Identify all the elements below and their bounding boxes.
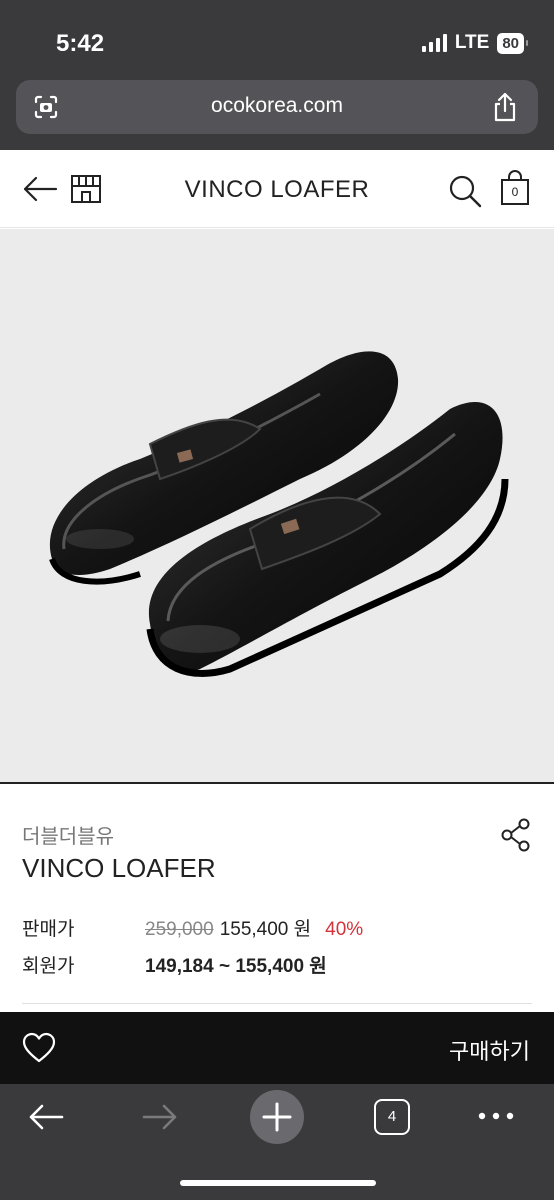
search-icon[interactable]: [448, 174, 482, 208]
plus-icon: [262, 1102, 292, 1132]
home-indicator: [180, 1180, 376, 1186]
cart-count-badge: 0: [511, 185, 519, 199]
loafer-illustration: [49, 351, 509, 677]
original-price: 259,000: [145, 919, 214, 940]
member-price: 149,184 ~ 155,400 원: [145, 956, 327, 977]
product-name: VINCO LOAFER: [22, 853, 216, 883]
browser-toolbar: 4: [0, 1084, 554, 1200]
sale-price-label: 판매가: [22, 919, 75, 940]
site-header: VINCO LOAFER 0: [0, 150, 554, 228]
brand-name[interactable]: 더블더블유: [22, 820, 114, 849]
product-image[interactable]: [0, 229, 554, 784]
new-tab-button[interactable]: [250, 1090, 304, 1144]
url-field[interactable]: ocokorea.com: [16, 80, 538, 134]
signal-icon: [421, 34, 447, 52]
member-price-label: 회원가: [22, 956, 75, 977]
more-icon[interactable]: [476, 1106, 516, 1126]
sale-price-row: 판매가 259,000 155,400 원 40%: [22, 914, 363, 941]
status-bar: 5:42 LTE 80: [0, 0, 554, 80]
buy-button[interactable]: 구매하기: [449, 1034, 530, 1066]
status-indicators: LTE 80: [421, 32, 528, 54]
browser-address-bar: ocokorea.com: [0, 80, 554, 150]
discount-rate: 40%: [325, 919, 364, 940]
network-type: LTE: [454, 32, 490, 53]
url-text: ocokorea.com: [211, 94, 343, 117]
share-icon[interactable]: [492, 92, 518, 122]
back-arrow-icon[interactable]: [28, 1102, 64, 1132]
share-icon[interactable]: [500, 818, 532, 852]
member-price-row: 회원가 149,184 ~ 155,400 원: [22, 951, 327, 978]
battery-icon: 80: [497, 32, 528, 54]
heart-icon[interactable]: [22, 1032, 56, 1064]
status-time: 5:42: [56, 30, 105, 57]
sale-price: 155,400 원: [219, 919, 312, 940]
buy-bar: 구매하기: [0, 1012, 554, 1084]
divider: [22, 1003, 532, 1004]
forward-arrow-icon[interactable]: [142, 1102, 178, 1132]
tabs-button[interactable]: 4: [374, 1099, 410, 1135]
